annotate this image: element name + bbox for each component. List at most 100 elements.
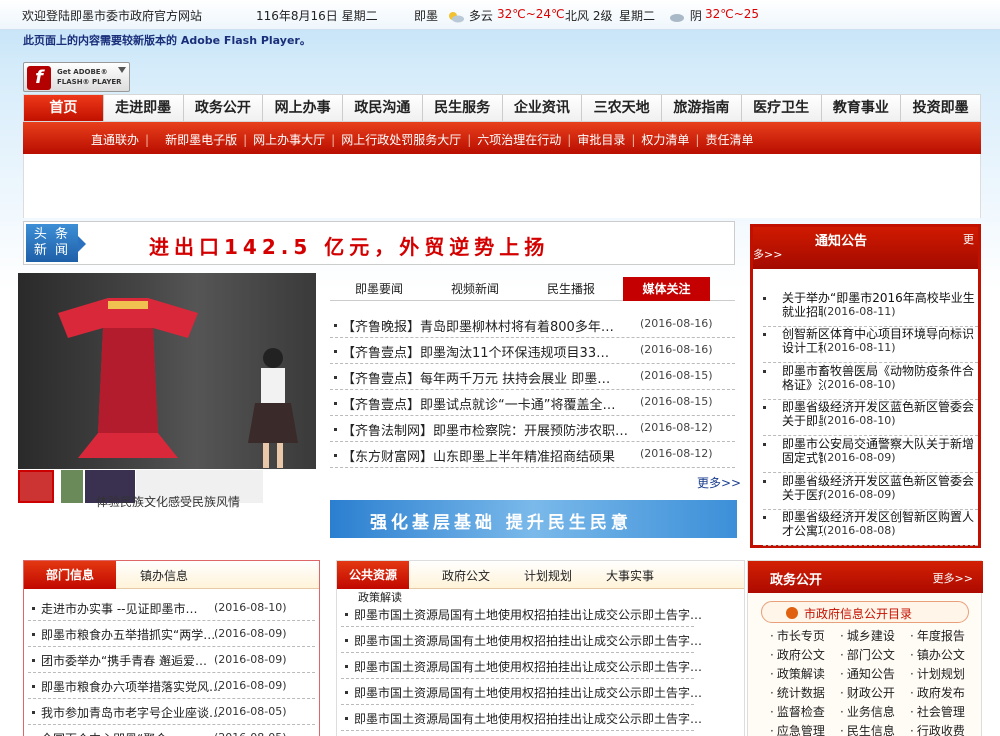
thumbnail-2[interactable]: [61, 470, 83, 503]
photo-caption[interactable]: 体验民族文化感受民族风情: [96, 493, 240, 510]
nav-item-6[interactable]: 企业资讯: [503, 95, 583, 121]
nav-item-11[interactable]: 投资即墨: [901, 95, 980, 121]
notice-item[interactable]: 即墨省级经济开发区蓝色新区管委会关于医疗中心…(2016-08-09): [763, 474, 978, 510]
dept-item[interactable]: 全国百个中心即墨“聚合… (2016-08-05): [28, 725, 315, 736]
tab-video-news[interactable]: 视频新闻: [438, 277, 512, 301]
tab-major-events[interactable]: 大事实事: [599, 564, 661, 589]
public-item[interactable]: 即墨市国土资源局国有土地使用权招拍挂出让成交公示即土告字…: [341, 679, 702, 705]
headline-link[interactable]: 进出口142.5 亿元，外贸逆势上扬: [149, 231, 549, 260]
tab-gov-documents[interactable]: 政府公文: [435, 564, 497, 589]
gov-link-0[interactable]: 市长专页: [770, 627, 825, 644]
public-item[interactable]: 即墨市国土资源局国有土地使用权招拍挂出让成交公示即土告字…: [341, 653, 702, 679]
news-title[interactable]: 【齐鲁壹点】即墨试点就诊“一卡通”将覆盖全…: [342, 394, 615, 413]
tab-planning[interactable]: 计划规划: [517, 564, 579, 589]
public-item-title[interactable]: 即墨市国土资源局国有土地使用权招拍挂出让成交公示即土告字…: [354, 684, 702, 701]
get-flash-button[interactable]: f Get ADOBE® FLASH® PLAYER: [23, 62, 130, 92]
nav-item-9[interactable]: 医疗卫生: [742, 95, 822, 121]
public-item[interactable]: 即墨市国土资源局国有土地使用权招拍挂出让成交公示即土告字…: [341, 627, 702, 653]
gov-link-2[interactable]: 年度报告: [910, 627, 965, 644]
public-item[interactable]: 即墨市国土资源局国有土地使用权招拍挂出让成交公示即土告字…: [341, 601, 702, 627]
dept-item-title[interactable]: 全国百个中心即墨“聚合…: [41, 730, 179, 736]
news-title[interactable]: 【齐鲁法制网】即墨市检察院：开展预防涉农职…: [342, 420, 628, 439]
nav-item-2[interactable]: 政务公开: [184, 95, 264, 121]
notice-item[interactable]: 即墨省级经济开发区蓝色新区管委会关于即墨大剧…(2016-08-10): [763, 400, 978, 436]
news-item[interactable]: 【齐鲁法制网】即墨市检察院：开展预防涉农职… (2016-08-12): [330, 416, 735, 442]
dept-item[interactable]: 即墨市粮食办五举措抓实“两学… (2016-08-09): [28, 621, 315, 647]
news-item[interactable]: 【齐鲁晚报】青岛即墨柳林村将有着800多年… (2016-08-16): [330, 312, 735, 338]
dept-item[interactable]: 即墨市粮食办六项举措落实党风… (2016-08-09): [28, 673, 315, 699]
subnav-link-1[interactable]: 新即墨电子版: [165, 133, 237, 147]
nav-item-5[interactable]: 民生服务: [423, 95, 503, 121]
tab-dept-info[interactable]: 部门信息: [24, 561, 116, 589]
news-item[interactable]: 【齐鲁壹点】即墨试点就诊“一卡通”将覆盖全… (2016-08-15): [330, 390, 735, 416]
notice-more-link[interactable]: 更: [963, 231, 974, 247]
gov-link-7[interactable]: 通知公告: [840, 665, 895, 682]
news-more-link[interactable]: 更多>>: [697, 474, 741, 491]
dept-item[interactable]: 我市参加青岛市老字号企业座谈… (2016-08-05): [28, 699, 315, 725]
dept-item-title[interactable]: 即墨市粮食办五举措抓实“两学…: [41, 626, 215, 643]
gov-link-5[interactable]: 镇办公文: [910, 646, 965, 663]
news-item[interactable]: 【齐鲁壹点】即墨淘汰11个环保违规项目33… (2016-08-16): [330, 338, 735, 364]
tab-public-resources[interactable]: 公共资源: [337, 561, 409, 589]
nav-item-4[interactable]: 政民沟通: [343, 95, 423, 121]
news-item[interactable]: 【东方财富网】山东即墨上半年精准招商结硕果 (2016-08-12): [330, 442, 735, 468]
gov-link-6[interactable]: 政策解读: [770, 665, 825, 682]
public-item-title[interactable]: 即墨市国土资源局国有土地使用权招拍挂出让成交公示即土告字…: [354, 658, 702, 675]
gov-link-3[interactable]: 政府公文: [770, 646, 825, 663]
tab-livelihood[interactable]: 民生播报: [534, 277, 608, 301]
public-item-title[interactable]: 即墨市国土资源局国有土地使用权招拍挂出让成交公示即土告字…: [354, 710, 702, 727]
notice-more-link-2[interactable]: 多>>: [753, 246, 782, 262]
dept-item[interactable]: 走进市办实事 --见证即墨市… (2016-08-10): [28, 595, 315, 621]
nav-item-7[interactable]: 三农天地: [582, 95, 662, 121]
nav-item-1[interactable]: 走进即墨: [104, 95, 184, 121]
promo-banner[interactable]: 强化基层基础 提升民生民意: [330, 500, 737, 538]
tab-jimo-news[interactable]: 即墨要闻: [342, 277, 416, 301]
gov-link-8[interactable]: 计划规划: [910, 665, 965, 682]
news-title[interactable]: 【齐鲁壹点】即墨淘汰11个环保违规项目33…: [342, 342, 609, 361]
news-photo[interactable]: [18, 273, 316, 469]
public-item[interactable]: 即墨市国土资源局国有土地使用权招拍挂出让成交公示即土告字…: [341, 731, 694, 736]
gov-link-11[interactable]: 政府发布: [910, 684, 965, 701]
subnav-link-2[interactable]: 网上办事大厅: [253, 133, 325, 147]
nav-item-3[interactable]: 网上办事: [263, 95, 343, 121]
dept-item[interactable]: 团市委举办“携手青春 邂逅爱… (2016-08-09): [28, 647, 315, 673]
flash-notice[interactable]: 此页面上的内容需要较新版本的 Adobe Flash Player。: [23, 32, 311, 48]
tab-town-info[interactable]: 镇办信息: [129, 564, 199, 589]
notice-item[interactable]: 即墨市畜牧兽医局《动物防疫条件合格证》注销公…(2016-08-10): [763, 364, 978, 400]
gov-link-10[interactable]: 财政公开: [840, 684, 895, 701]
news-item[interactable]: 【齐鲁壹点】每年两千万元 扶持会展业 即墨… (2016-08-15): [330, 364, 735, 390]
public-item-title[interactable]: 即墨市国土资源局国有土地使用权招拍挂出让成交公示即土告字…: [354, 632, 702, 649]
subnav-link-0[interactable]: 直通联办: [91, 133, 139, 147]
public-item-title[interactable]: 即墨市国土资源局国有土地使用权招拍挂出让成交公示即土告字…: [354, 606, 702, 623]
gov-link-15[interactable]: 应急管理: [770, 722, 825, 736]
gov-link-14[interactable]: 社会管理: [910, 703, 965, 720]
info-disclosure-directory-button[interactable]: 市政府信息公开目录: [761, 601, 969, 623]
notice-item[interactable]: 关于举办“即墨市2016年高校毕业生就业招聘… (2016-08-11): [763, 291, 978, 327]
tab-media-focus[interactable]: 媒体关注: [623, 277, 710, 301]
subnav-link-3[interactable]: 网上行政处罚服务大厅: [341, 133, 461, 147]
news-title[interactable]: 【东方财富网】山东即墨上半年精准招商结硕果: [342, 446, 615, 465]
thumbnail-1[interactable]: [18, 470, 54, 503]
gov-link-9[interactable]: 统计数据: [770, 684, 825, 701]
notice-item[interactable]: 即墨市公安局交通警察大队关于新增固定式智能交…(2016-08-09): [763, 437, 978, 473]
subnav-link-7[interactable]: 责任清单: [705, 133, 753, 147]
nav-item-8[interactable]: 旅游指南: [662, 95, 742, 121]
subnav-link-5[interactable]: 审批目录: [577, 133, 625, 147]
public-item[interactable]: 即墨市国土资源局国有土地使用权招拍挂出让成交公示即土告字…: [341, 705, 702, 731]
dept-item-title[interactable]: 团市委举办“携手青春 邂逅爱…: [41, 652, 207, 669]
news-title[interactable]: 【齐鲁壹点】每年两千万元 扶持会展业 即墨…: [342, 368, 610, 387]
notice-item[interactable]: 创智新区体育中心项目环境导向标识设计工程 (2016-08-11): [763, 327, 978, 363]
nav-item-10[interactable]: 教育事业: [822, 95, 902, 121]
gov-link-1[interactable]: 城乡建设: [840, 627, 895, 644]
subnav-link-4[interactable]: 六项治理在行动: [477, 133, 561, 147]
subnav-link-6[interactable]: 权力清单: [641, 133, 689, 147]
notice-item[interactable]: 即墨省级经济开发区创智新区购置人才公寓项目… (2016-08-08): [763, 510, 978, 546]
gov-link-17[interactable]: 行政收费: [910, 722, 965, 736]
dept-item-title[interactable]: 我市参加青岛市老字号企业座谈…: [41, 704, 221, 721]
gov-link-16[interactable]: 民生信息: [840, 722, 895, 736]
dept-item-title[interactable]: 走进市办实事 --见证即墨市…: [41, 600, 197, 617]
gov-link-12[interactable]: 监督检查: [770, 703, 825, 720]
nav-item-0[interactable]: 首页: [24, 95, 104, 121]
gov-link-4[interactable]: 部门公文: [840, 646, 895, 663]
gov-link-13[interactable]: 业务信息: [840, 703, 895, 720]
